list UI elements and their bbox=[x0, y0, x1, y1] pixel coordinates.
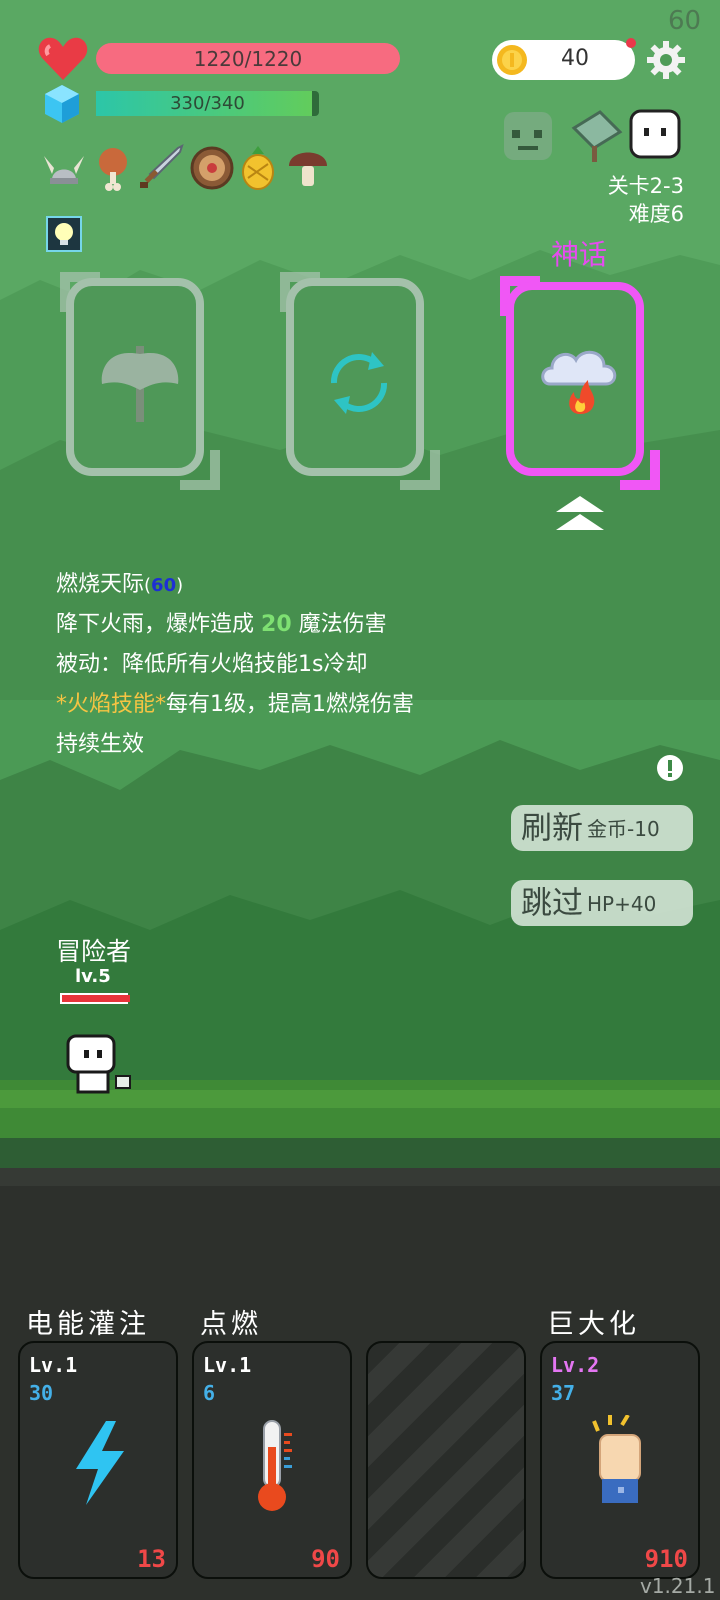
skill-card-4[interactable]: Lv.2 37 910 bbox=[540, 1341, 700, 1579]
sword-icon[interactable] bbox=[138, 144, 184, 190]
rarity-label: 神话 bbox=[551, 238, 608, 271]
skip-label: 跳过 bbox=[521, 885, 583, 922]
skill-card-1[interactable]: Lv.1 30 13 bbox=[18, 1341, 178, 1579]
ghost-icon bbox=[629, 109, 681, 159]
raised-fist-icon bbox=[592, 1415, 641, 1503]
skill-card-value: 30 bbox=[29, 1381, 54, 1405]
skill-card-count: 910 bbox=[644, 1545, 688, 1573]
hp-text: 1220/1220 bbox=[193, 46, 303, 71]
skill-card-level: Lv.2 bbox=[551, 1353, 600, 1377]
version-label: v1.21.1 bbox=[640, 1574, 716, 1598]
viking-helmet-icon[interactable] bbox=[42, 150, 86, 188]
refresh-label: 刷新 bbox=[521, 810, 583, 847]
skill-card-count: 13 bbox=[137, 1545, 166, 1573]
player-level: lv.5 bbox=[75, 966, 111, 987]
line1-b: 魔法伤害 bbox=[298, 612, 387, 637]
sign-board-icon bbox=[571, 110, 623, 162]
pineapple-icon[interactable] bbox=[240, 144, 276, 192]
gear-icon[interactable] bbox=[646, 40, 686, 80]
skip-bonus: HP+40 bbox=[587, 891, 657, 916]
skill-cost: 60 bbox=[151, 575, 177, 596]
refresh-cycle-icon bbox=[331, 352, 387, 414]
player-hp-fill bbox=[62, 995, 130, 1002]
skill-card-2[interactable]: Lv.1 6 90 bbox=[192, 1341, 352, 1579]
fire-cloud-icon bbox=[541, 350, 617, 414]
skill-card-level: Lv.1 bbox=[203, 1353, 252, 1377]
lightning-bolt-icon bbox=[76, 1421, 124, 1505]
notification-dot bbox=[626, 38, 636, 48]
skill-line-3: *火焰技能*每有1级，提高1燃烧伤害 bbox=[56, 686, 414, 718]
blue-crystal-icon bbox=[45, 85, 79, 123]
game-scene: 60 1220/1220 330/340 40 关卡2-3 难度6 神话 燃烧天… bbox=[0, 0, 720, 1600]
skill-line-1: 降下火雨，爆炸造成 20 魔法伤害 bbox=[56, 606, 387, 638]
lightbulb-icon[interactable] bbox=[46, 216, 82, 252]
cost-open: ( bbox=[144, 575, 152, 596]
zombie-head-icon bbox=[504, 112, 552, 160]
mp-bar: 330/340 bbox=[96, 91, 319, 116]
player-hp-bar bbox=[60, 993, 130, 1004]
fps-counter: 60 bbox=[668, 6, 702, 36]
player-name: 冒险者 bbox=[56, 937, 132, 966]
skill-card-value: 37 bbox=[551, 1381, 576, 1405]
skill-line-2: 被动：降低所有火焰技能1s冷却 bbox=[56, 652, 368, 677]
skill-card-value: 6 bbox=[203, 1381, 216, 1405]
axe-icon bbox=[101, 346, 179, 422]
mp-text: 330/340 bbox=[170, 93, 245, 114]
skill-card-1-name: 电能灌注 bbox=[26, 1309, 150, 1340]
skill-card-level: Lv.1 bbox=[29, 1353, 78, 1377]
refresh-button[interactable]: 刷新 金币-10 bbox=[511, 805, 693, 851]
meat-drumstick-icon[interactable] bbox=[96, 146, 130, 192]
damage-value: 20 bbox=[261, 612, 292, 637]
thermometer-icon bbox=[258, 1420, 292, 1511]
round-shield-icon[interactable] bbox=[190, 146, 234, 190]
player-character bbox=[66, 1034, 131, 1094]
refresh-cost: 金币-10 bbox=[587, 816, 660, 841]
line1-a: 降下火雨，爆炸造成 bbox=[56, 612, 255, 637]
skill-card-empty[interactable] bbox=[366, 1341, 526, 1579]
line3-rest: 每有1级，提高1燃烧伤害 bbox=[166, 692, 415, 717]
skill-card-4-name: 巨大化 bbox=[547, 1309, 640, 1340]
double-chevron-up-icon[interactable] bbox=[556, 496, 604, 534]
mushroom-icon[interactable] bbox=[286, 144, 330, 192]
gold-coin-icon bbox=[497, 45, 527, 75]
hp-bar: 1220/1220 bbox=[96, 43, 400, 74]
exclamation-icon[interactable] bbox=[656, 754, 684, 782]
skill-card-2-name: 点燃 bbox=[200, 1309, 262, 1340]
skill-name: 燃烧天际 bbox=[56, 572, 145, 597]
stage-difficulty: 难度6 bbox=[628, 202, 684, 226]
skip-button[interactable]: 跳过 HP+40 bbox=[511, 880, 693, 926]
skill-title: 燃烧天际(60) bbox=[56, 566, 183, 598]
coin-value: 40 bbox=[561, 46, 589, 71]
stage-level: 关卡2-3 bbox=[607, 174, 684, 198]
fire-skill-tag: *火焰技能* bbox=[56, 692, 167, 717]
skill-line-4: 持续生效 bbox=[56, 732, 145, 757]
skill-card-count: 90 bbox=[311, 1545, 340, 1573]
cost-close: ) bbox=[176, 575, 184, 596]
heart-icon bbox=[38, 37, 88, 80]
